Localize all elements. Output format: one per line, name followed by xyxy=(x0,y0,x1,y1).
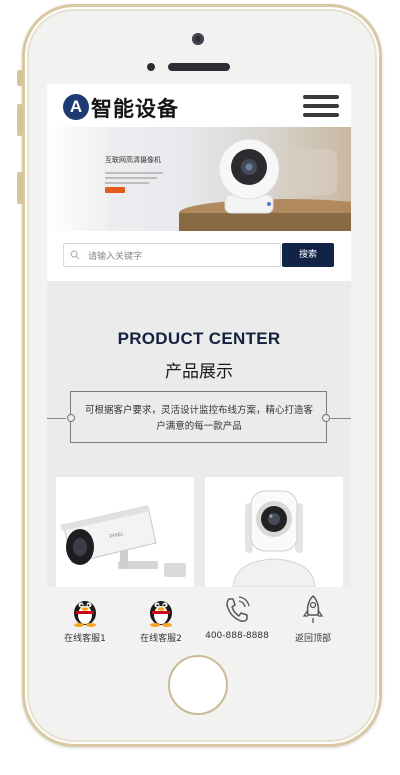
section-title-en: PRODUCT CENTER xyxy=(117,329,281,348)
customer-service-2-button[interactable]: 在线客服2 xyxy=(123,587,199,647)
proximity-sensor xyxy=(147,63,155,71)
dome-camera-image xyxy=(232,490,316,587)
phone-screen: A 智能设备 互联网高清摄像机 请输入关键字 搜索 PRODUCT CENTER… xyxy=(47,84,351,647)
qq-penguin-icon xyxy=(150,601,172,627)
home-button[interactable] xyxy=(168,655,228,715)
camera-product-image xyxy=(179,138,351,231)
rocket-icon xyxy=(302,595,324,623)
earpiece-speaker xyxy=(168,63,230,71)
logo-icon[interactable]: A xyxy=(63,94,89,120)
customer-service-1-button[interactable]: 在线客服1 xyxy=(47,587,123,647)
search-icon xyxy=(70,250,80,260)
section-description: 可根据客户要求，灵活设计监控布线方案，精心打造客户满意的每一款产品 xyxy=(84,405,313,432)
divider-node-left xyxy=(67,414,75,422)
site-header: A 智能设备 xyxy=(47,84,351,127)
divider-line-right xyxy=(330,418,351,419)
front-camera xyxy=(192,33,204,45)
call-button[interactable]: 400-888-8888 xyxy=(199,587,275,647)
section-title-cn: 产品展示 xyxy=(165,362,233,382)
bottom-toolbar: 在线客服1 在线客服2 400-888-8888 返回顶部 xyxy=(47,587,351,647)
brand-name[interactable]: 智能设备 xyxy=(91,93,179,123)
bottom-bar-label: 400-888-8888 xyxy=(205,631,269,641)
bottom-bar-label: 在线客服1 xyxy=(64,634,106,644)
divider-node-right xyxy=(322,414,330,422)
bottom-bar-label: 在线客服2 xyxy=(140,634,182,644)
search-placeholder: 请输入关键字 xyxy=(88,252,143,262)
search-button[interactable]: 搜索 xyxy=(282,243,334,267)
bottom-bar-label: 返回顶部 xyxy=(294,634,331,644)
back-to-top-button[interactable]: 返回顶部 xyxy=(275,587,351,647)
menu-icon[interactable] xyxy=(303,95,339,117)
bullet-camera-image: PIXEL xyxy=(60,505,186,577)
search-section: 请输入关键字 搜索 xyxy=(47,231,351,281)
search-input[interactable]: 请输入关键字 xyxy=(63,243,281,267)
volume-up-button xyxy=(17,104,23,136)
volume-down-button xyxy=(17,172,23,204)
divider-line-left xyxy=(47,418,66,419)
mute-switch xyxy=(17,70,23,86)
qq-penguin-icon xyxy=(74,601,96,627)
phone-icon xyxy=(226,596,250,622)
product-card[interactable] xyxy=(205,477,343,587)
product-card[interactable]: PIXEL xyxy=(56,477,194,587)
hero-banner[interactable]: 互联网高清摄像机 xyxy=(47,127,351,231)
